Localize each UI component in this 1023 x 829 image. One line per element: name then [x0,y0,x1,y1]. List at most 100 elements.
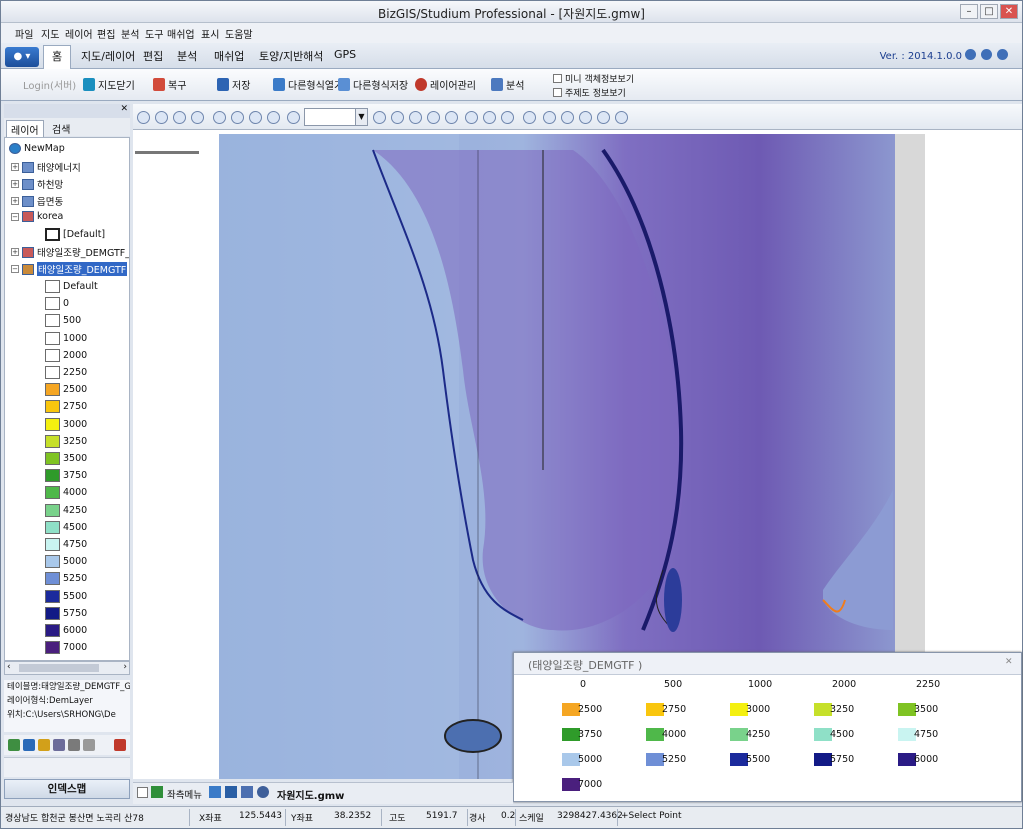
move-up-icon[interactable] [23,739,35,751]
menu-edit[interactable]: 편집 [97,26,115,41]
tab-mashup[interactable]: 매쉬업 [214,48,244,64]
tab-search[interactable]: 검색 [48,120,74,137]
tree-node-korea[interactable]: − korea [11,211,63,222]
legend-title[interactable]: (태양일조량_DEMGTF ) ✕ [514,653,1021,675]
info-tool-icon[interactable] [483,111,496,124]
close-button[interactable]: ✕ [1000,4,1018,19]
legend-entry[interactable]: 5000 [45,555,87,569]
sql-icon[interactable] [445,111,458,124]
tab-map-layer[interactable]: 지도/레이어 [81,48,135,64]
legend-entry[interactable]: 2000 [45,348,87,362]
scroll-right-icon[interactable]: › [123,662,127,672]
expand-icon[interactable]: + [11,180,19,188]
login-button[interactable]: Login(서버) [23,77,76,92]
pointer-icon[interactable] [391,111,404,124]
expand-icon[interactable]: + [11,163,19,171]
tab-soil[interactable]: 토양/지반해석 [259,48,323,64]
delete-icon[interactable] [114,739,126,751]
left-menu-label[interactable]: 좌측메뉴 [167,787,202,801]
legend-entry[interactable]: 5750 [45,606,87,620]
mini-view-checkbox[interactable]: 미니 객체정보보기 [553,72,634,85]
menu-analysis[interactable]: 분석 [121,26,139,41]
legend-entry[interactable]: 500 [45,314,81,328]
legend-entry[interactable]: 2250 [45,366,87,379]
save-other-format-button[interactable]: 다른형식저장 [338,77,408,92]
text-icon[interactable] [83,739,95,751]
globe-icon[interactable] [257,786,269,798]
panel-close-icon[interactable]: ✕ [120,104,128,114]
legend-entry[interactable]: 1000 [45,331,87,345]
legend-entry[interactable]: 3750 [45,469,87,483]
expand-icon[interactable]: + [11,248,19,256]
legend-entry[interactable]: 4000 [45,486,87,500]
add-layer-icon[interactable] [8,739,20,751]
tab-layers[interactable]: 레이어 [6,120,44,138]
scroll-left-icon[interactable]: ‹ [7,662,11,672]
save-button[interactable]: 저장 [217,77,250,92]
legend-entry[interactable]: 3250 [45,434,87,448]
legend-close-icon[interactable]: ✕ [1005,657,1015,667]
forward-icon[interactable] [231,111,244,124]
arrow-left-icon[interactable] [151,786,163,798]
legend-entry[interactable]: 5500 [45,589,87,603]
legend-window[interactable]: (태양일조량_DEMGTF ) ✕ 0 500 1000 2000 2250 2500 275… [513,652,1022,802]
export-icon[interactable] [615,111,628,124]
magnify-icon[interactable] [579,111,592,124]
legend-entry[interactable]: 4750 [45,538,87,551]
style-icon[interactable] [53,739,65,751]
menu-view[interactable]: 표시 [201,26,219,41]
zoom-in-icon[interactable] [155,111,168,124]
legend-entry[interactable]: 3000 [45,417,87,431]
select-icon[interactable] [373,111,386,124]
legend-entry[interactable]: 4250 [45,503,87,517]
properties-icon[interactable] [38,739,50,751]
zoom-out-icon[interactable] [173,111,186,124]
menu-tools[interactable]: 도구 [145,26,163,41]
title-bar[interactable]: BizGIS/Studium Professional - [자원지도.gmw]… [1,1,1022,23]
index-map-button[interactable]: 인덱스맵 [4,779,130,799]
tree-node-default-style[interactable]: [Default] [45,228,105,241]
expand-icon[interactable]: + [11,197,19,205]
tree-node-newmap[interactable]: NewMap [9,143,65,154]
tree-horizontal-scrollbar[interactable]: ‹ › [4,661,130,675]
bookmark-icon[interactable] [287,111,300,124]
grid-icon[interactable] [561,111,574,124]
legend-entry[interactable]: 3500 [45,452,87,465]
menu-mashup[interactable]: 매쉬업 [167,26,195,41]
scroll-thumb[interactable] [19,664,99,672]
app-orb-button[interactable]: ● ▾ [5,47,39,67]
help-icon[interactable] [965,49,976,60]
tab-analysis[interactable]: 분석 [177,48,197,64]
locate-icon[interactable] [501,111,514,124]
edit-icon[interactable] [68,739,80,751]
menu-file[interactable]: 파일 [15,26,33,41]
full-extent-icon[interactable] [137,111,150,124]
info-icon[interactable] [981,49,992,60]
collapse-icon[interactable]: − [11,212,19,221]
legend-entry[interactable]: 6000 [45,624,87,637]
snap-icon[interactable] [543,111,556,124]
legend-entry[interactable]: Default [45,280,98,293]
analysis-button[interactable]: 분석 [491,77,524,92]
tree-node-solar-dem[interactable]: − 태양일조량_DEMGTF [11,262,128,276]
tree-node-river[interactable]: + 하천망 [11,177,63,191]
chevron-down-icon[interactable]: ▼ [355,109,367,125]
identify-icon[interactable] [465,111,478,124]
scale-combo[interactable]: ▼ [304,108,368,126]
legend-entry[interactable]: 0 [45,297,69,311]
settings-icon[interactable] [997,49,1008,60]
maximize-button[interactable]: □ [980,4,998,19]
window-icon[interactable] [209,786,221,798]
pan-icon[interactable] [191,111,204,124]
menu-help[interactable]: 도움말 [225,26,253,41]
print-icon[interactable] [267,111,280,124]
legend-entry[interactable]: 5250 [45,572,87,586]
tile-icon[interactable] [225,786,237,798]
tab-home[interactable]: 홈 [43,45,71,69]
tree-node-solar[interactable]: + 태양에너지 [11,160,81,174]
toggle-checkbox[interactable] [137,787,148,798]
annotation-view-checkbox[interactable]: 주제도 정보보기 [553,86,626,99]
split-icon[interactable] [241,786,253,798]
document-tab[interactable]: 자원지도.gmw [277,787,344,802]
open-other-format-button[interactable]: 다른형식열기 [273,77,343,92]
